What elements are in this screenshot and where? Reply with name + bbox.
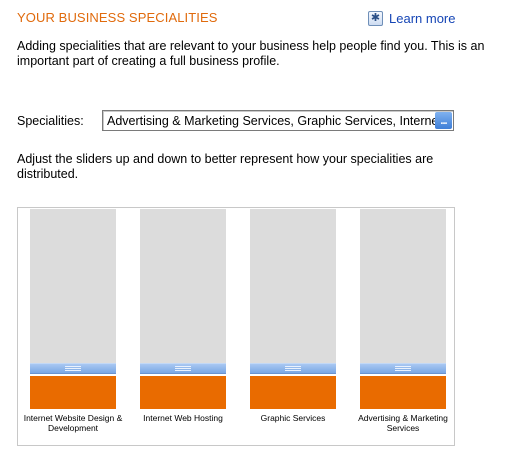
specialities-field[interactable]: Advertising & Marketing Services, Graphi…: [102, 110, 454, 131]
more-specialities-button[interactable]: ...: [435, 112, 452, 129]
slider-label: Advertising & Marketing Services: [358, 413, 448, 433]
specialities-label: Specialities:: [17, 114, 84, 128]
adjust-instructions: Adjust the sliders up and down to better…: [17, 152, 434, 181]
help-book-icon: ✱: [368, 10, 383, 26]
slider-track[interactable]: [360, 209, 446, 363]
slider-handle[interactable]: [30, 363, 116, 374]
intro-text: Adding specialities that are relevant to…: [17, 39, 485, 68]
slider-handle[interactable]: [140, 363, 226, 374]
slider-label: Internet Website Design & Development: [23, 413, 123, 433]
grip-icon: [285, 366, 301, 371]
slider-track[interactable]: [250, 209, 336, 363]
slider-track[interactable]: [30, 209, 116, 363]
slider-fill: [30, 376, 116, 409]
learn-more-link[interactable]: ✱ Learn more: [368, 9, 455, 27]
slider-handle[interactable]: [360, 363, 446, 374]
slider-fill: [140, 376, 226, 409]
slider-track[interactable]: [140, 209, 226, 363]
specialities-value[interactable]: Advertising & Marketing Services, Graphi…: [103, 114, 435, 128]
slider-fill: [250, 376, 336, 409]
learn-more-label[interactable]: Learn more: [389, 11, 455, 26]
slider-label: Graphic Services: [260, 413, 326, 423]
grip-icon: [65, 366, 81, 371]
slider-handle[interactable]: [250, 363, 336, 374]
grip-icon: [395, 366, 411, 371]
specialities-slider-panel: Internet Website Design & Development In…: [17, 207, 455, 446]
grip-icon: [175, 366, 191, 371]
page-title: YOUR BUSINESS SPECIALITIES: [17, 10, 218, 25]
slider-label: Internet Web Hosting: [143, 413, 223, 423]
slider-fill: [360, 376, 446, 409]
